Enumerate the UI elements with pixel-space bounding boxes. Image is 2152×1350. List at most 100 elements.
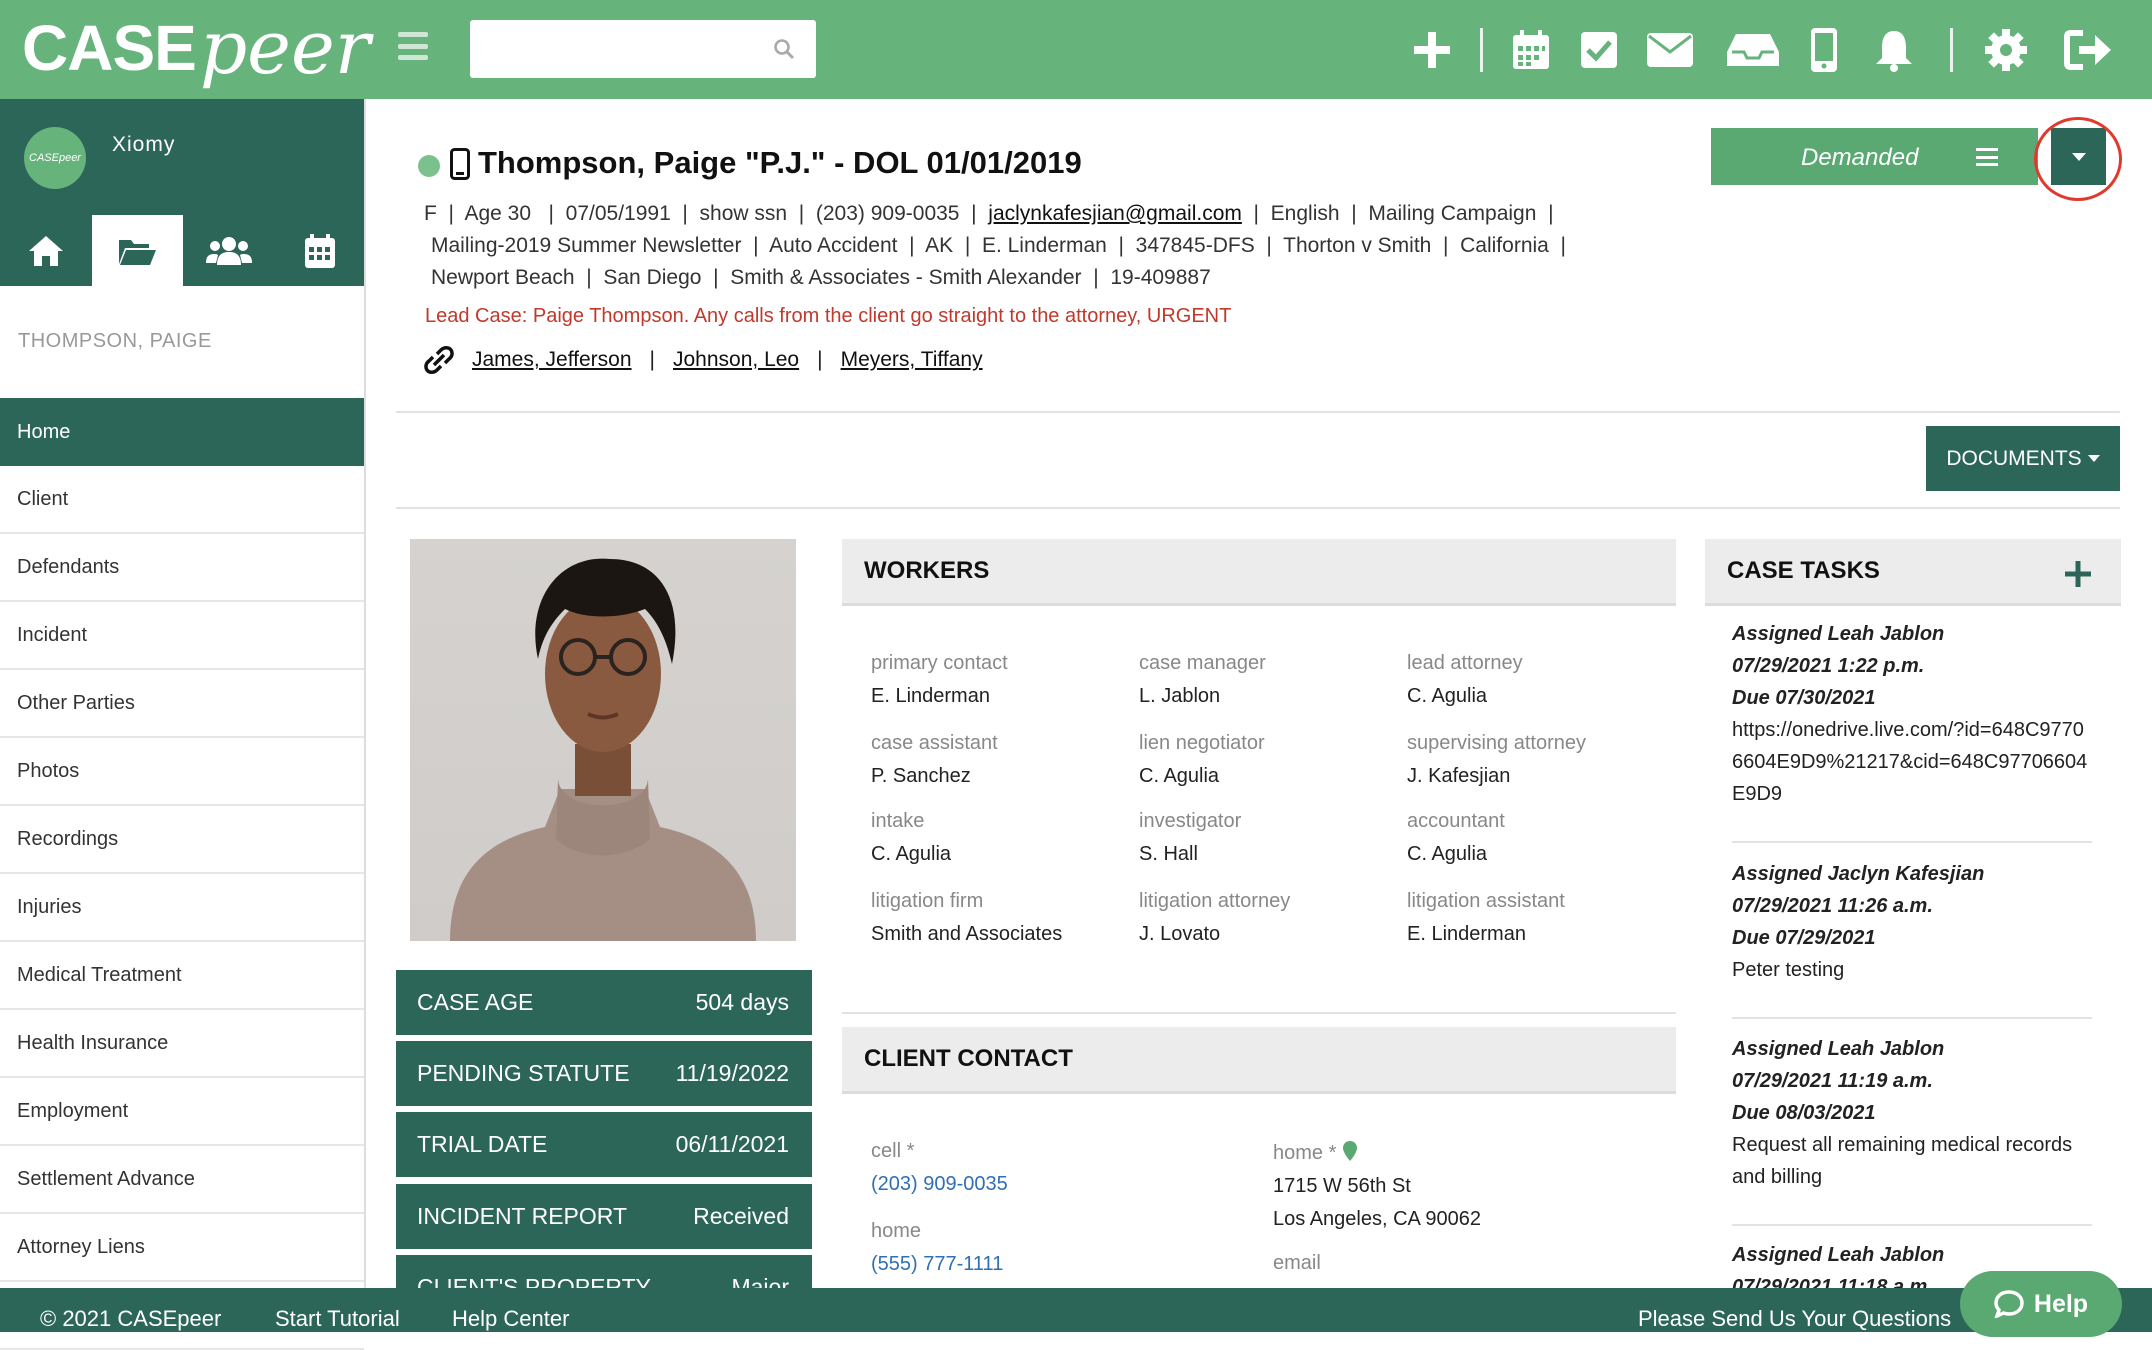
worker-entry: litigation attorney J. Lovato [1139,890,1291,945]
sidebar-item-incident[interactable]: Incident [0,602,364,670]
worker-entry: accountant C. Agulia [1407,810,1505,865]
case-info-line-1: F | Age 30 | 07/05/1991 | show ssn | (20… [424,202,1554,225]
task-item[interactable]: Assigned Leah Jablon 07/29/2021 11:19 a.… [1732,1033,2092,1193]
highlight-circle [2034,117,2122,201]
sidebar-item-employment[interactable]: Employment [0,1078,364,1146]
worker-entry: case manager L. Jablon [1139,652,1266,707]
inbox-icon[interactable] [1725,24,1781,76]
linked-case-link[interactable]: Meyers, Tiffany [841,348,983,372]
casepeer-logo[interactable]: CASE peer [22,8,370,88]
home-address-entry: home * 1715 W 56th St Los Angeles, CA 90… [1273,1140,1481,1230]
add-task-icon[interactable] [2065,561,2091,587]
case-info-line-2: Mailing-2019 Summer Newsletter | Auto Ac… [431,234,1566,257]
documents-button[interactable]: DOCUMENTS [1926,426,2120,491]
top-bar: CASE peer [0,0,2152,99]
sidebar-item-attorney-liens[interactable]: Attorney Liens [0,1214,364,1282]
calendar-icon[interactable] [275,215,367,286]
help-chat-button[interactable]: Help [1960,1271,2122,1337]
sidebar-item-settlement-advance[interactable]: Settlement Advance [0,1146,364,1214]
plus-icon[interactable] [1408,24,1456,76]
mobile-phone-icon[interactable] [1808,24,1840,76]
worker-entry: investigator S. Hall [1139,810,1242,865]
divider [842,1012,1676,1014]
home-icon[interactable] [0,215,92,286]
users-icon[interactable] [183,215,275,286]
worker-entry: lead attorney C. Agulia [1407,652,1523,707]
pending-statute-stat: PENDING STATUTE 11/19/2022 [396,1041,812,1106]
menu-toggle-icon[interactable] [398,32,428,60]
linked-cases: James, Jefferson | Johnson, Leo | Meyers, … [424,345,983,375]
sidebar-item-injuries[interactable]: Injuries [0,874,364,942]
patient-name-heading: THOMPSON, PAIGE [18,330,212,352]
gear-icon[interactable] [1982,24,2030,76]
task-item[interactable]: Assigned Jaclyn Kafesjian 07/29/2021 11:… [1732,858,2092,986]
linked-case-link[interactable]: James, Jefferson [472,348,632,372]
case-title: Thompson, Paige "P.J." - DOL 01/01/2019 [478,145,1082,180]
copyright-text: © 2021 CASEpeer [40,1306,222,1331]
sidebar-item-client[interactable]: Client [0,466,364,534]
status-dot [418,155,440,177]
avatar[interactable]: CASEpeer [24,127,86,189]
link-icon [424,346,454,374]
home-phone-link[interactable]: (555) 777-1111 [871,1253,1003,1276]
client-email-link[interactable]: jaclynkafesjian@gmail.com [988,202,1242,225]
global-search-input[interactable] [470,20,816,78]
worker-entry: lien negotiator C. Agulia [1139,732,1265,787]
clients-property-stat: CLIENT'S PROPERTY Major [396,1255,812,1288]
start-tutorial-link[interactable]: Start Tutorial [275,1306,400,1332]
worker-entry: primary contact E. Linderman [871,652,1008,707]
help-center-link[interactable]: Help Center [452,1306,569,1332]
sidebar-item-recordings[interactable]: Recordings [0,806,364,874]
calendar-icon[interactable] [1510,24,1552,76]
user-name: Xiomy [112,133,176,156]
sidebar-item-home[interactable]: Home [0,398,364,466]
cell-phone-link[interactable]: (203) 909-0035 [871,1173,1008,1196]
sidebar-header: CASEpeer Xiomy [0,99,364,286]
divider [396,411,2120,413]
worker-entry: case assistant P. Sanchez [871,732,998,787]
lead-case-note: Lead Case: Paige Thompson. Any calls fro… [425,305,1232,327]
toolbar-divider [1950,28,1953,72]
logout-icon[interactable] [2062,24,2114,76]
case-info-line-3: Newport Beach | San Diego | Smith & Asso… [431,266,1211,289]
search-icon[interactable] [772,37,796,61]
home-phone-entry: home (555) 777-1111 [871,1220,1004,1276]
folder-icon[interactable] [91,215,183,286]
checkbox-icon[interactable] [1578,24,1620,76]
email-entry: email [1273,1252,1321,1274]
bell-icon[interactable] [1872,24,1916,76]
feedback-link[interactable]: Please Send Us Your Questions [1638,1306,1951,1332]
sidebar-menu: Home Client Defendants Incident Other Pa… [0,398,364,1350]
mail-icon[interactable] [1645,24,1695,76]
main-content: Thompson, Paige "P.J." - DOL 01/01/2019 … [368,99,2152,1288]
sidebar-item-medical-treatment[interactable]: Medical Treatment [0,942,364,1010]
divider [1732,1017,2092,1019]
sidebar: CASEpeer Xiomy THOMPSON, PAIGE Home Clie… [0,99,366,1350]
divider [1732,841,2092,843]
client-contact-panel-header: CLIENT CONTACT [842,1027,1676,1094]
trial-date-stat: TRIAL DATE 06/11/2021 [396,1112,812,1177]
case-tasks-panel-header: CASE TASKS [1705,539,2121,606]
worker-entry: litigation firm Smith and Associates [871,890,1063,945]
workers-panel-header: WORKERS [842,539,1676,606]
case-age-stat: CASE AGE 504 days [396,970,812,1035]
worker-entry: litigation assistant E. Linderman [1407,890,1565,945]
divider [1732,1224,2092,1226]
task-item[interactable]: Assigned Leah Jablon 07/29/2021 1:22 p.m… [1732,618,2092,810]
case-status-button[interactable]: Demanded [1711,128,2038,185]
map-pin-icon[interactable] [1342,1140,1358,1162]
sidebar-item-health-insurance[interactable]: Health Insurance [0,1010,364,1078]
sidebar-item-other-parties[interactable]: Other Parties [0,670,364,738]
sidebar-item-photos[interactable]: Photos [0,738,364,806]
cell-phone-entry: cell * (203) 909-0035 [871,1140,1008,1196]
linked-case-link[interactable]: Johnson, Leo [673,348,799,372]
menu-icon [1976,148,1998,166]
incident-report-stat: INCIDENT REPORT Received [396,1184,812,1249]
footer: © 2021 CASEpeer Start Tutorial Help Cent… [0,1288,2152,1332]
sidebar-nav [0,215,366,286]
toolbar-divider [1480,28,1483,72]
client-photo [410,539,796,941]
mobile-phone-icon [450,148,470,180]
sidebar-item-defendants[interactable]: Defendants [0,534,364,602]
divider [396,507,2120,509]
